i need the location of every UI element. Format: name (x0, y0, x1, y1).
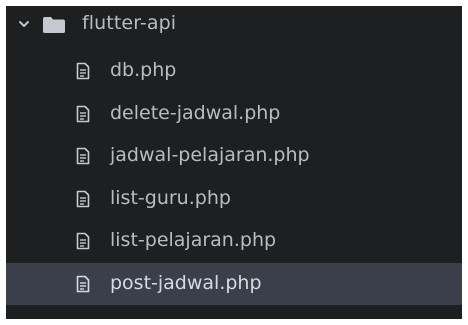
file-label: delete-jadwal.php (110, 101, 281, 124)
file-text-icon (76, 62, 90, 80)
file-item-jadwal-pelajaran-php[interactable]: jadwal-pelajaran.php (6, 135, 462, 178)
file-item-list-pelajaran-php[interactable]: list-pelajaran.php (6, 220, 462, 263)
file-label: list-pelajaran.php (110, 229, 277, 251)
file-text-icon (76, 275, 90, 292)
file-text-icon (76, 232, 90, 250)
folder-row-flutter-api[interactable]: flutter-api (6, 6, 462, 42)
file-item-delete-jadwal-php[interactable]: delete-jadwal.php (6, 93, 462, 136)
file-label: post-jadwal.php (110, 271, 262, 294)
file-item-list-guru-php[interactable]: list-guru.php (6, 178, 462, 221)
file-tree-panel: flutter-api db.php delete-jadwal.php jad… (6, 6, 462, 319)
file-label: list-guru.php (110, 186, 231, 209)
folder-icon (43, 17, 65, 33)
file-item-db-php[interactable]: db.php (6, 50, 462, 93)
folder-label: flutter-api (82, 12, 177, 34)
file-text-icon (76, 147, 90, 165)
file-text-icon (76, 190, 90, 207)
file-label: db.php (110, 59, 177, 81)
file-text-icon (76, 105, 90, 122)
file-list: db.php delete-jadwal.php jadwal-pelajara… (6, 50, 462, 305)
file-label: jadwal-pelajaran.php (110, 144, 310, 166)
chevron-down-icon[interactable] (18, 18, 30, 30)
file-item-post-jadwal-php[interactable]: post-jadwal.php (6, 262, 462, 305)
